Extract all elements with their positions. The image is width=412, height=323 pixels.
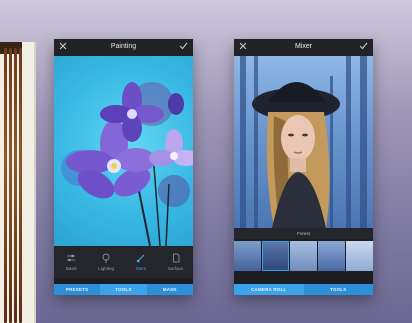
sliders-icon [67, 254, 76, 262]
mixer-strip-label: Forest [234, 228, 373, 239]
vertical-bar [9, 48, 12, 323]
thumbnail[interactable] [346, 241, 373, 271]
flower-painting-image [54, 56, 193, 246]
tab-camera-roll[interactable]: CAMERA ROLL [234, 284, 304, 295]
thumbnail[interactable] [234, 241, 261, 271]
mixer-screen: Mixer Forest CAMERA ROLL TOOLS [234, 39, 373, 295]
tool-label: Basic [65, 266, 77, 271]
brush-icon [136, 254, 145, 263]
thumbnail[interactable] [290, 241, 317, 271]
tab-presets[interactable]: PRESETS [54, 284, 100, 295]
thumbnail[interactable] [262, 241, 289, 271]
tab-mask[interactable]: MASK [147, 284, 193, 295]
document-icon [172, 253, 180, 263]
tool-basic[interactable]: Basic [54, 246, 89, 278]
page-title: Painting [110, 43, 137, 50]
thumbnail[interactable] [318, 241, 345, 271]
check-icon[interactable] [359, 42, 368, 50]
tool-label: Surface [167, 266, 184, 271]
portrait-forest-image [234, 56, 373, 228]
painting-toolbar: Basic Lighting Stem Surface [54, 246, 193, 278]
painting-screen: Painting Basic Lighting Stem Surface PRE… [54, 39, 193, 295]
stage: Painting Basic Lighting Stem Surface PRE… [0, 0, 412, 323]
mixer-titlebar: Mixer [234, 39, 373, 56]
bulb-icon [102, 253, 110, 263]
tool-surface[interactable]: Surface [158, 246, 193, 278]
painting-tab-bar: PRESETS TOOLS MASK [54, 284, 193, 295]
painting-titlebar: Painting [54, 39, 193, 56]
page-title: Mixer [294, 43, 313, 50]
tab-tools[interactable]: TOOLS [100, 284, 147, 295]
vertical-bar [14, 48, 17, 323]
left-device-edge [0, 42, 36, 323]
tool-lighting[interactable]: Lighting [89, 246, 124, 278]
mixer-thumbnail-strip [234, 239, 373, 273]
tool-stem[interactable]: Stem [124, 246, 159, 278]
mixer-tab-bar: CAMERA ROLL TOOLS [234, 284, 373, 295]
tool-label: Stem [135, 266, 147, 271]
vertical-bar [19, 48, 22, 323]
vertical-bar [4, 48, 7, 323]
tool-label: Lighting [98, 266, 114, 271]
tab-tools[interactable]: TOOLS [304, 284, 374, 295]
check-icon[interactable] [179, 42, 188, 50]
